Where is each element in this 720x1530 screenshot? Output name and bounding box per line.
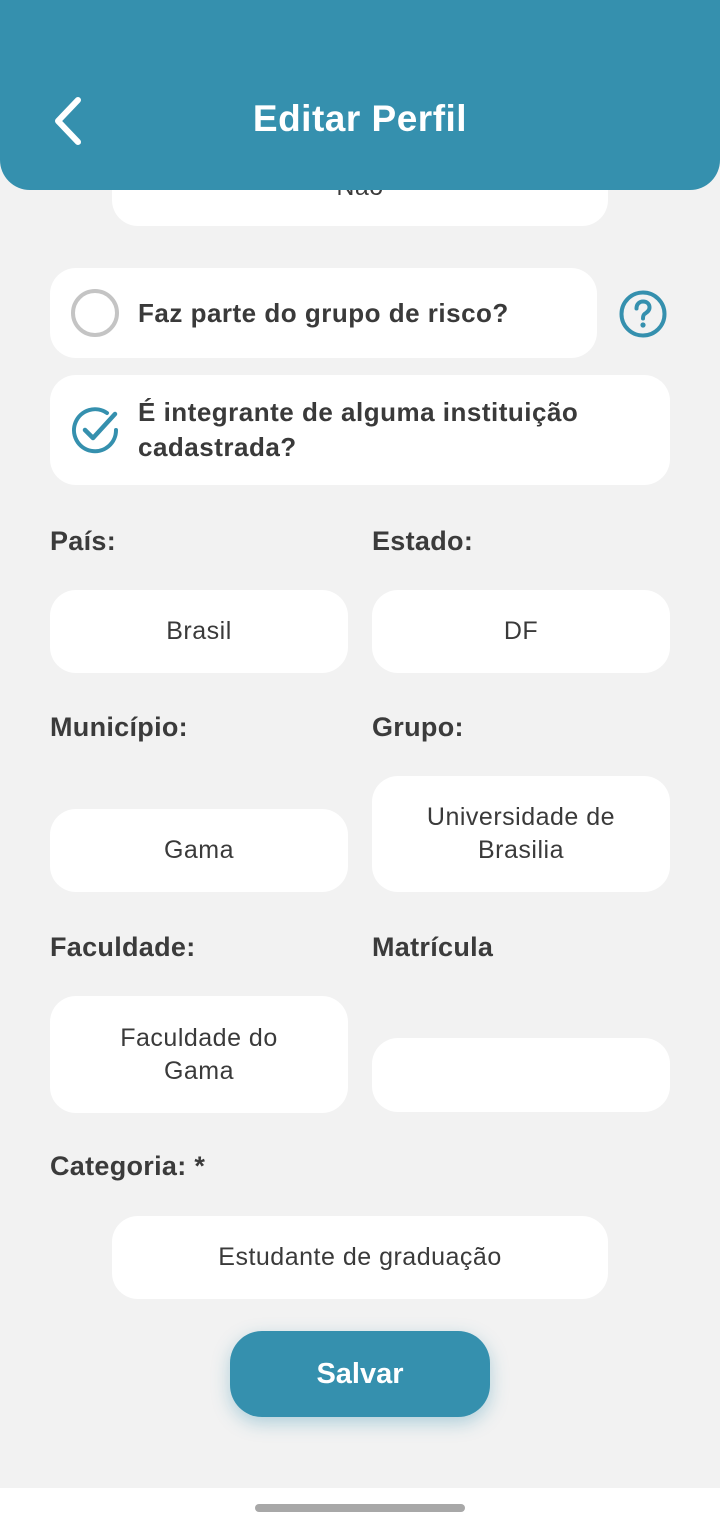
municipio-select[interactable]: Gama [50,809,348,892]
institution-option[interactable]: É integrante de alguma instituição cadas… [50,375,670,485]
institution-question: É integrante de alguma instituição cadas… [138,397,579,462]
categoria-select[interactable]: Estudante de graduação [112,1216,608,1299]
estado-select[interactable]: DF [372,590,670,673]
grupo-value: Universidade de Brasilia [426,803,616,864]
save-button[interactable]: Salvar [230,1331,490,1417]
municipio-label: Município: [50,712,188,742]
app-header [0,0,720,190]
check-circle-icon[interactable] [70,405,120,455]
page-title: Editar Perfil [252,98,468,139]
estado-label: Estado: [372,526,474,556]
radio-unchecked-icon[interactable] [70,288,120,338]
faculdade-value: Faculdade do Gama [120,1023,278,1085]
grupo-label: Grupo: [372,712,464,742]
pais-select[interactable]: Brasil [50,590,348,673]
help-button[interactable] [618,289,668,339]
pais-value: Brasil [166,617,232,645]
faculdade-label: Faculdade: [50,932,196,962]
grupo-select[interactable]: Universidade de Brasilia [372,776,670,892]
estado-value: DF [503,617,539,645]
matricula-label: Matrícula [372,932,494,962]
pais-label: País: [50,526,117,556]
municipio-value: Gama [163,836,235,864]
risk-group-question: Faz parte do grupo de risco? [138,297,509,328]
faculdade-select[interactable]: Faculdade do Gama [50,996,348,1113]
matricula-input[interactable] [372,1038,670,1112]
home-indicator[interactable] [255,1504,465,1512]
categoria-value: Estudante de graduação [218,1243,502,1271]
question-circle-icon [619,290,667,338]
categoria-label: Categoria: * [50,1151,206,1181]
risk-group-option[interactable]: Faz parte do grupo de risco? [50,268,597,358]
